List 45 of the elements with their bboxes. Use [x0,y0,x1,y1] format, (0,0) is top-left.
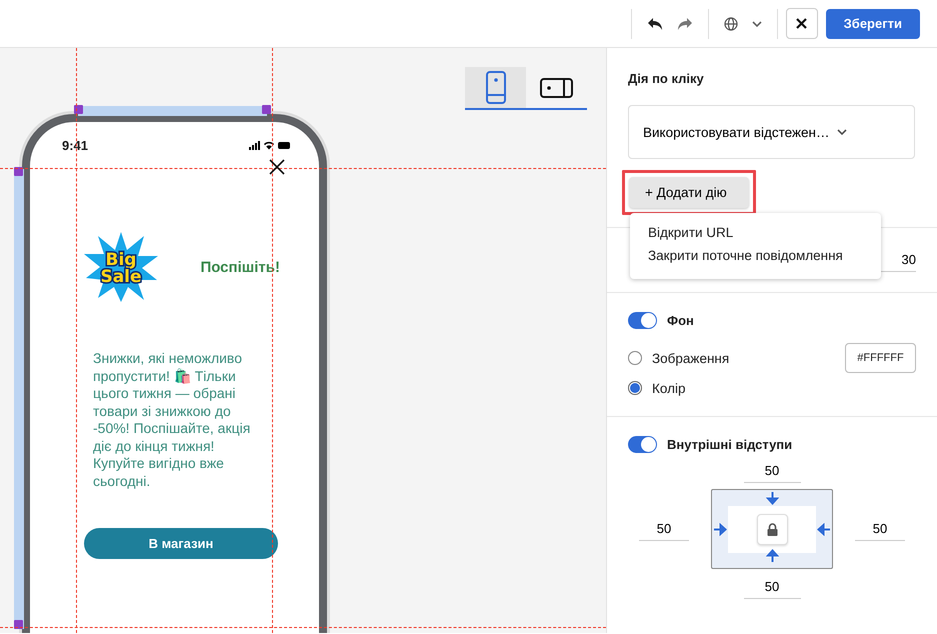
arrow-icon [766,492,779,505]
section-title: Внутрішні відступи [667,437,792,452]
lock-icon [766,522,778,536]
close-icon [796,18,808,29]
section-title: Дія по кліку [628,71,705,86]
shop-button[interactable]: В магазин [84,528,278,559]
resize-handle[interactable] [262,105,271,114]
arrow-icon [714,523,727,536]
popup-title: Поспішіть! [200,258,280,276]
undo-icon [646,16,663,30]
chevron-down-icon [752,20,762,26]
resize-handle[interactable] [14,620,23,629]
close-button[interactable] [786,8,818,39]
color-field[interactable]: #FFFFFF [845,343,916,373]
section-title: Фон [667,313,694,328]
chevron-down-icon [837,129,848,135]
padding-top-field[interactable]: 50 [744,459,800,483]
toggle-switch[interactable] [628,312,657,329]
radio-button[interactable] [628,381,642,395]
padding-bottom-field[interactable]: 50 [744,575,800,599]
redo-icon [676,16,693,30]
padding-right-field[interactable]: 50 [855,517,905,541]
landscape-phone-icon [540,78,573,98]
logo-text: Big [106,250,136,270]
toggle-switch[interactable] [628,436,657,453]
number-field[interactable]: 30 [856,248,916,272]
resize-handle[interactable] [14,167,23,176]
lock-button[interactable] [756,514,788,544]
save-button[interactable]: Зберегти [826,8,920,38]
radio-button[interactable] [628,351,642,365]
arrow-icon [766,549,779,562]
phone-icon [486,71,506,104]
status-time: 9:41 [62,138,88,152]
radio-label: Зображення [652,350,730,366]
status-icons-drawing [249,140,291,150]
globe-icon [724,16,738,30]
padding-left-field[interactable]: 50 [639,517,689,541]
action-dropdown[interactable]: Використовувати відстежен… [628,105,915,159]
close-icon[interactable] [269,159,285,175]
menu-item[interactable]: Відкрити URL [630,221,881,244]
arrow-icon [817,523,830,536]
resize-handle[interactable] [74,105,83,114]
add-action-button[interactable]: + Додати дію [629,177,749,208]
popup-message: Знижки, які неможливо пропустити! 🛍 Тільки цього тижня — обрані товари зі знижкою до -50%! Поспішайте, акція діє до кінця тижня! Купуйте вигідно вже сьогодні. [93,350,252,490]
radio-label: Колір [652,380,686,396]
